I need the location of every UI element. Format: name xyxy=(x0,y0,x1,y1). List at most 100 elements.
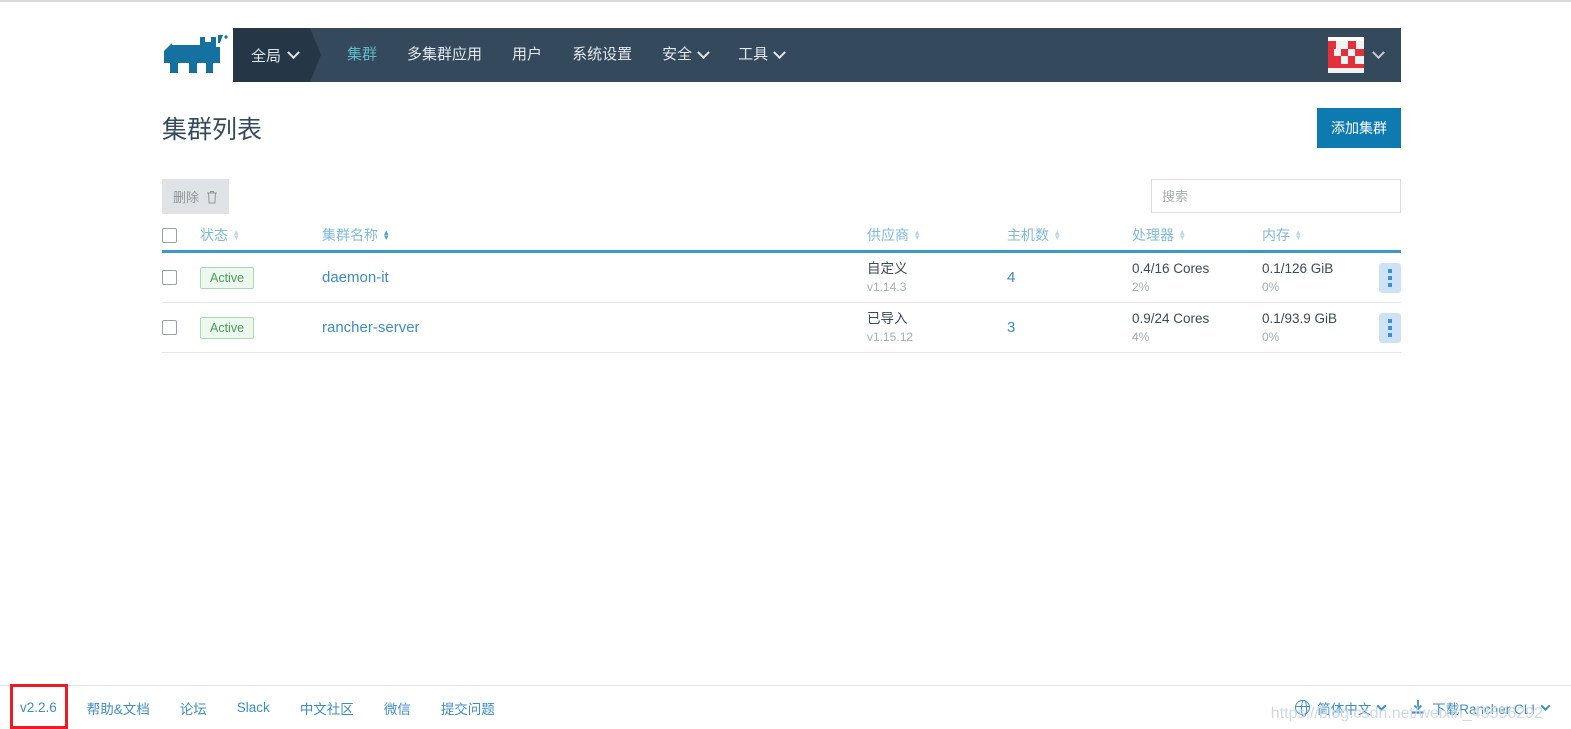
nav-item-4[interactable]: 安全 xyxy=(647,28,723,82)
memory-percent: 0% xyxy=(1262,329,1280,344)
col-hosts[interactable]: 主机数 ▴ ▾ xyxy=(1007,225,1132,245)
cluster-table: 状态 ▴ ▾ 集群名称 ▴ ▾ 供应商 ▴ ▾ 主机数 ▴ ▾ 处理器 ▴ ▾ … xyxy=(162,220,1401,353)
chevron-down-icon xyxy=(773,45,786,59)
col-state[interactable]: 状态 ▴ ▾ xyxy=(200,225,322,245)
nav-item-0[interactable]: 集群 xyxy=(332,28,392,82)
memory-usage: 0.1/93.9 GiB xyxy=(1262,310,1338,326)
table-header-row: 状态 ▴ ▾ 集群名称 ▴ ▾ 供应商 ▴ ▾ 主机数 ▴ ▾ 处理器 ▴ ▾ … xyxy=(162,220,1401,253)
row-checkbox[interactable] xyxy=(162,320,177,335)
avatar xyxy=(1328,37,1364,73)
nav-item-2[interactable]: 用户 xyxy=(497,28,557,82)
trash-icon xyxy=(207,190,218,203)
row-actions-button[interactable] xyxy=(1379,312,1401,343)
cell-cpu: 0.9/24 Cores 4% xyxy=(1132,310,1262,346)
main-header: 全局 集群 多集群应用 用户 系统设置 安全 工具 xyxy=(233,28,1401,82)
version-link[interactable]: v2.2.6 xyxy=(20,700,57,715)
dot xyxy=(1388,318,1392,323)
user-menu[interactable] xyxy=(1328,28,1401,82)
cluster-name-link[interactable]: daemon-it xyxy=(322,269,389,286)
cell-actions xyxy=(1367,312,1401,343)
scope-selector-label: 全局 xyxy=(251,47,282,65)
row-checkbox[interactable] xyxy=(162,270,177,285)
chevron-down-icon xyxy=(697,45,710,59)
footer-link-4[interactable]: 微信 xyxy=(384,698,411,718)
delete-button[interactable]: 删除 xyxy=(162,179,230,214)
download-cli-selector[interactable]: 下载Rancher CLI xyxy=(1411,698,1551,718)
host-count-link[interactable]: 4 xyxy=(1007,269,1015,286)
col-provider-label: 供应商 xyxy=(867,227,909,243)
nav-item-label: 系统设置 xyxy=(572,46,633,63)
col-provider[interactable]: 供应商 ▴ ▾ xyxy=(867,225,1007,245)
select-all-checkbox[interactable] xyxy=(162,227,177,243)
host-count-link[interactable]: 3 xyxy=(1007,319,1015,336)
nav-item-1[interactable]: 多集群应用 xyxy=(392,28,497,82)
globe-icon xyxy=(1294,699,1311,717)
sort-icon: ▴ ▾ xyxy=(1055,227,1060,242)
cluster-name-link[interactable]: rancher-server xyxy=(322,319,420,336)
cpu-percent: 4% xyxy=(1132,329,1150,344)
provider-version: v1.15.12 xyxy=(867,329,914,344)
page-title: 集群列表 xyxy=(162,116,263,144)
nav-item-label: 多集群应用 xyxy=(407,46,483,63)
col-memory[interactable]: 内存 ▴ ▾ xyxy=(1262,225,1367,245)
nav-item-label: 安全 xyxy=(662,46,693,63)
dot xyxy=(1388,282,1392,287)
sort-icon: ▴ ▾ xyxy=(384,227,389,242)
delete-button-label: 删除 xyxy=(173,190,200,205)
search-box[interactable] xyxy=(1151,179,1401,213)
memory-usage: 0.1/126 GiB xyxy=(1262,260,1334,276)
footer-link-1[interactable]: 论坛 xyxy=(180,698,207,718)
footer-link-3[interactable]: 中文社区 xyxy=(300,698,354,718)
rancher-cluster-list-page: 全局 集群 多集群应用 用户 系统设置 安全 工具 集群列表 添加集群 删除 搜… xyxy=(0,0,1571,729)
download-cli-label: 下载Rancher CLI xyxy=(1432,701,1535,717)
status-badge: Active xyxy=(200,316,255,339)
nav-item-3[interactable]: 系统设置 xyxy=(557,28,647,82)
col-name-label: 集群名称 xyxy=(322,227,378,243)
add-cluster-button[interactable]: 添加集群 xyxy=(1317,108,1401,148)
chevron-down-icon xyxy=(1540,701,1551,712)
main-nav: 集群 多集群应用 用户 系统设置 安全 工具 xyxy=(310,28,799,82)
cell-name: daemon-it xyxy=(322,269,867,286)
footer-actions: 简体中文 下载Rancher CLI xyxy=(1294,698,1571,718)
sort-icon: ▴ ▾ xyxy=(915,227,920,242)
table-row[interactable]: Active daemon-it 自定义 v1.14.3 4 0.4/16 Cores 2%… xyxy=(162,253,1401,303)
table-row[interactable]: Active rancher-server 已导入 v1.15.12 3 0.9/24 C… xyxy=(162,303,1401,353)
col-cpu-label: 处理器 xyxy=(1132,227,1174,243)
table-toolbar: 删除 xyxy=(162,179,1401,214)
scope-selector[interactable]: 全局 xyxy=(233,28,322,82)
memory-percent: 0% xyxy=(1262,279,1280,294)
row-actions-button[interactable] xyxy=(1379,262,1401,293)
dot xyxy=(1388,325,1392,330)
table-body: Active daemon-it 自定义 v1.14.3 4 0.4/16 Cores 2%… xyxy=(162,253,1401,353)
select-all-cell xyxy=(162,227,200,243)
sort-icon: ▴ ▾ xyxy=(1296,227,1301,242)
status-badge: Active xyxy=(200,266,255,289)
col-name[interactable]: 集群名称 ▴ ▾ xyxy=(322,225,867,245)
nav-item-label: 集群 xyxy=(347,46,378,63)
cell-state: Active xyxy=(200,266,322,289)
col-memory-label: 内存 xyxy=(1262,227,1290,243)
rancher-cow-logo[interactable] xyxy=(162,33,232,77)
page-header-row: 集群列表 添加集群 xyxy=(162,108,1401,148)
cell-provider: 已导入 v1.15.12 xyxy=(867,310,1007,346)
cell-provider: 自定义 v1.14.3 xyxy=(867,260,1007,296)
language-selector[interactable]: 简体中文 xyxy=(1294,698,1387,718)
footer: v2.2.6 帮助&文档 论坛 Slack 中文社区 微信 提交问题 简体中文 下载Ran… xyxy=(0,685,1571,729)
nav-item-5[interactable]: 工具 xyxy=(723,28,799,82)
nav-item-label: 用户 xyxy=(512,46,543,63)
dot xyxy=(1388,332,1392,337)
footer-link-5[interactable]: 提交问题 xyxy=(441,698,495,718)
col-cpu[interactable]: 处理器 ▴ ▾ xyxy=(1132,225,1262,245)
cell-hosts: 4 xyxy=(1007,269,1132,286)
provider-name: 已导入 xyxy=(867,310,908,326)
footer-link-0[interactable]: 帮助&文档 xyxy=(87,698,150,718)
footer-link-2[interactable]: Slack xyxy=(237,700,270,715)
dot xyxy=(1388,268,1392,273)
search-input[interactable] xyxy=(1152,180,1400,212)
cpu-usage: 0.9/24 Cores xyxy=(1132,310,1210,326)
cell-hosts: 3 xyxy=(1007,319,1132,336)
row-select-cell xyxy=(162,320,200,335)
chevron-down-icon xyxy=(1372,45,1385,59)
nav-item-label: 工具 xyxy=(738,46,769,63)
cpu-usage: 0.4/16 Cores xyxy=(1132,260,1210,276)
